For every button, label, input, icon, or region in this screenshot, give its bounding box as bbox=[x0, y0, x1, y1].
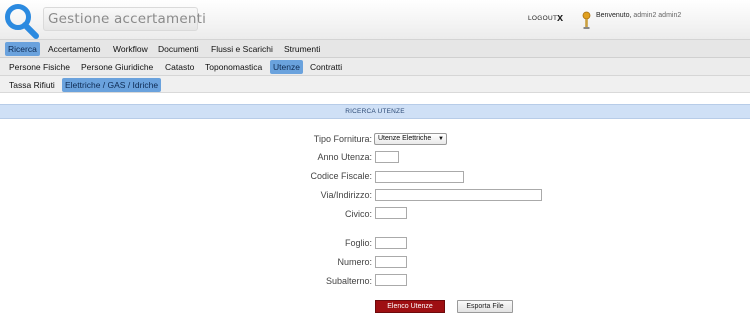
sub-menu-level-2: Tassa Rifiuti Elettriche / GAS / Idriche bbox=[0, 76, 750, 93]
app-title: Gestione accertamenti bbox=[43, 7, 206, 31]
civico-input[interactable] bbox=[375, 207, 407, 219]
anno-utenza-label: Anno Utenza: bbox=[317, 152, 372, 162]
menu-item-documenti[interactable]: Documenti bbox=[155, 42, 202, 56]
menu-item-elettriche-gas-idriche[interactable]: Elettriche / GAS / Idriche bbox=[62, 78, 162, 92]
welcome-label: Benvenuto, bbox=[596, 12, 632, 19]
menu-item-accertamento[interactable]: Accertamento bbox=[45, 42, 103, 56]
section-title: RICERCA UTENZE bbox=[0, 104, 750, 119]
menu-item-toponomastica[interactable]: Toponomastica bbox=[202, 60, 265, 74]
menu-item-flussi-e-scarichi[interactable]: Flussi e Scarichi bbox=[208, 42, 276, 56]
user-icon bbox=[582, 11, 591, 29]
menu-item-utenze[interactable]: Utenze bbox=[270, 60, 303, 74]
via-indirizzo-label: Via/Indirizzo: bbox=[320, 190, 372, 200]
tipo-fornitura-select[interactable]: Utenze Elettriche ▼ bbox=[374, 133, 447, 145]
foglio-label: Foglio: bbox=[344, 238, 372, 248]
subalterno-label: Subalterno: bbox=[325, 276, 372, 286]
user-name: admin2 admin2 bbox=[633, 12, 682, 19]
anno-utenza-input[interactable] bbox=[375, 151, 399, 163]
numero-input[interactable] bbox=[375, 256, 407, 268]
app-header: Gestione accertamenti LOGOUT x Benvenuto… bbox=[0, 0, 750, 40]
codice-fiscale-label: Codice Fiscale: bbox=[310, 171, 372, 181]
subalterno-input[interactable] bbox=[375, 274, 407, 286]
sub-menu: Persone Fisiche Persone Giuridiche Catas… bbox=[0, 58, 750, 76]
logout-close-icon[interactable]: x bbox=[557, 12, 563, 24]
menu-item-strumenti[interactable]: Strumenti bbox=[281, 42, 323, 56]
via-indirizzo-input[interactable] bbox=[375, 189, 542, 201]
menu-item-workflow[interactable]: Workflow bbox=[110, 42, 151, 56]
civico-label: Civico: bbox=[344, 209, 372, 219]
menu-item-tassa-rifiuti[interactable]: Tassa Rifiuti bbox=[6, 78, 58, 92]
tipo-fornitura-label: Tipo Fornitura: bbox=[313, 134, 372, 144]
menu-item-persone-fisiche[interactable]: Persone Fisiche bbox=[6, 60, 73, 74]
esporta-file-button[interactable]: Esporta File bbox=[457, 300, 513, 313]
welcome-text: Benvenuto, admin2 admin2 bbox=[596, 12, 681, 19]
main-menu: Ricerca Accertamento Workflow Documenti … bbox=[0, 40, 750, 58]
codice-fiscale-input[interactable] bbox=[375, 171, 464, 183]
numero-label: Numero: bbox=[337, 257, 372, 267]
menu-item-ricerca[interactable]: Ricerca bbox=[5, 42, 40, 56]
dropdown-arrow-icon: ▼ bbox=[438, 136, 444, 142]
search-logo-icon bbox=[5, 4, 39, 39]
menu-item-catasto[interactable]: Catasto bbox=[162, 60, 197, 74]
foglio-input[interactable] bbox=[375, 237, 407, 249]
menu-item-persone-giuridiche[interactable]: Persone Giuridiche bbox=[78, 60, 156, 74]
logout-link[interactable]: LOGOUT bbox=[528, 15, 557, 22]
elenco-utenze-button[interactable]: Elenco Utenze bbox=[375, 300, 445, 313]
tipo-fornitura-value: Utenze Elettriche bbox=[378, 135, 432, 142]
menu-item-contratti[interactable]: Contratti bbox=[307, 60, 345, 74]
